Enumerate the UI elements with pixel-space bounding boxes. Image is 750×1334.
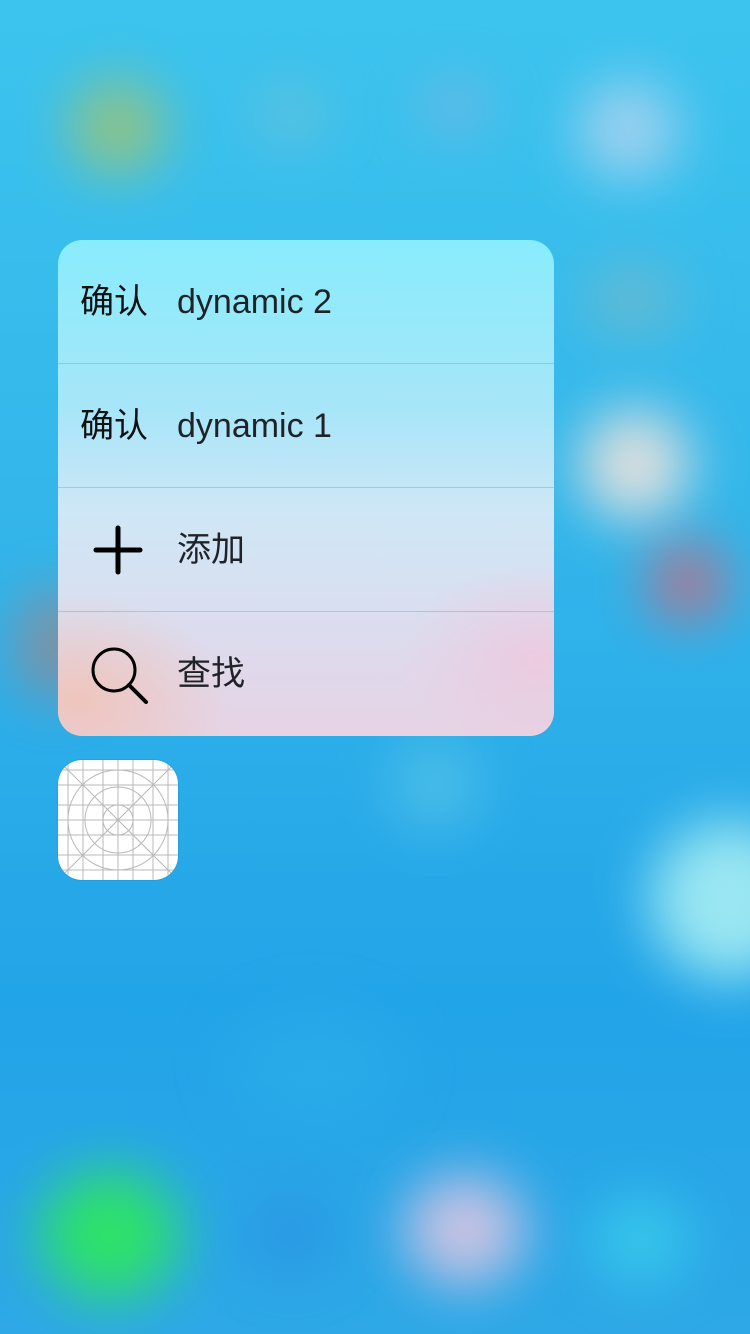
blurred-background-icon (650, 545, 725, 620)
quick-action-label: 查找 (177, 655, 245, 693)
blurred-dock-icon (405, 1175, 525, 1285)
app-icon[interactable] (58, 760, 178, 880)
blurred-background-icon (390, 740, 480, 830)
confirm-icon: 确认 (80, 282, 148, 322)
quick-action-menu: 确认 dynamic 2 确认 dynamic 1 添加 查找 (58, 240, 554, 736)
app-icon-template-grid (58, 760, 178, 880)
blurred-background-icon (585, 265, 680, 335)
quick-action-label: dynamic 2 (177, 283, 332, 321)
blurred-background-icon (650, 820, 750, 980)
quick-action-dynamic-1[interactable]: 确认 dynamic 1 (58, 364, 554, 488)
home-screen: 确认 dynamic 2 确认 dynamic 1 添加 查找 (0, 0, 750, 1334)
blurred-background-icon (420, 80, 490, 135)
quick-action-search[interactable]: 查找 (58, 612, 554, 736)
blurred-background-icon (70, 80, 165, 175)
blurred-background-icon (580, 410, 690, 520)
plus-icon (93, 525, 143, 575)
blurred-dock-icon (40, 1170, 180, 1300)
quick-action-add[interactable]: 添加 (58, 488, 554, 612)
quick-action-dynamic-2[interactable]: 确认 dynamic 2 (58, 240, 554, 364)
confirm-icon: 确认 (80, 406, 148, 446)
search-icon (91, 647, 148, 704)
blurred-background-icon (230, 1010, 400, 1120)
quick-action-label: dynamic 1 (177, 407, 332, 445)
blurred-dock-icon (245, 1195, 335, 1275)
blurred-background-icon (578, 80, 678, 180)
quick-action-label: 添加 (177, 531, 245, 569)
blurred-dock-icon (590, 1195, 690, 1285)
blurred-background-icon (255, 85, 325, 145)
